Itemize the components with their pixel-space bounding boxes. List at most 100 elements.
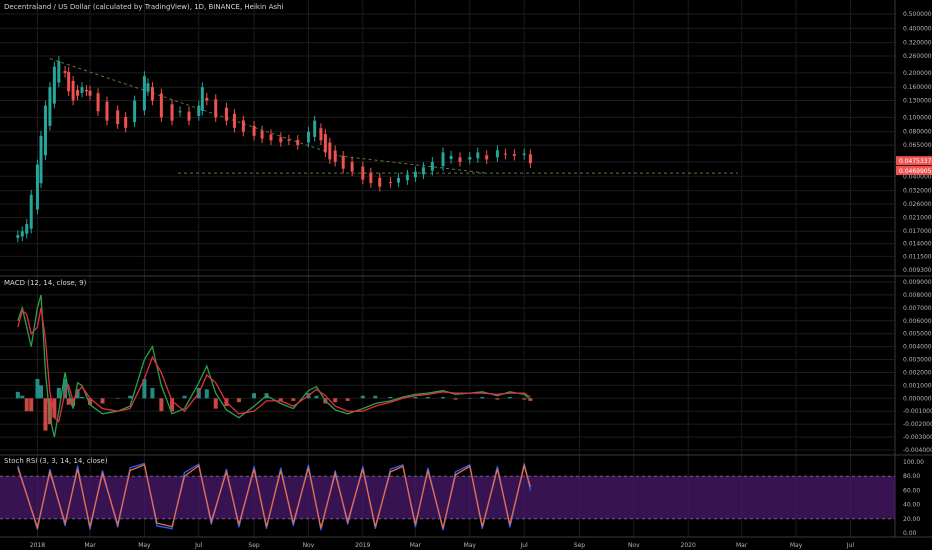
macd-histogram-bar (453, 398, 458, 400)
candle-body (146, 83, 150, 92)
macd-histogram-bar (441, 397, 446, 399)
candle-body (260, 130, 264, 139)
macd-histogram-bar (56, 387, 61, 399)
macd-tick-label: 0.00300000 (903, 357, 932, 364)
macd-histogram-bar (150, 387, 155, 399)
candle-body (287, 139, 291, 141)
rsi-band-fill (0, 476, 895, 519)
rsi-tick-label: 20.00 (903, 516, 920, 523)
macd-histogram-bar (20, 395, 25, 399)
candle-body (84, 89, 88, 92)
price-pane-title: Decentraland / US Dollar (calculated by … (4, 3, 283, 11)
candle-body (361, 166, 365, 180)
candle-body (52, 66, 56, 104)
candle-body (430, 161, 434, 171)
macd-histogram-bar (15, 391, 20, 399)
time-tick-label: Mar (84, 542, 96, 549)
macd-histogram-bar (29, 398, 34, 412)
candle-body (458, 157, 462, 162)
rsi-tick-label: 60.00 (903, 487, 920, 494)
macd-histogram-bar (425, 397, 430, 399)
macd-histogram-bar (100, 398, 105, 404)
candle-body (468, 156, 472, 160)
macd-histogram-bar (388, 397, 393, 399)
price-tick-label: 0.01700000 (903, 228, 932, 235)
price-tick-label: 0.01150000 (903, 253, 932, 260)
candle-body (252, 125, 256, 136)
rsi-tick-label: 0.00 (903, 530, 917, 537)
macd-histogram-bar (467, 398, 472, 399)
candle-body (388, 182, 392, 184)
macd-histogram-bar (80, 397, 85, 399)
candle-body (413, 171, 417, 178)
time-tick-label: 2020 (681, 542, 696, 549)
price-tick-label: 0.26000000 (903, 53, 932, 60)
candle-body (105, 101, 109, 121)
candle-body (116, 110, 120, 125)
macd-histogram-bar (495, 398, 500, 400)
price-tag-label: 0.04699055 (899, 168, 932, 175)
candle-body (319, 128, 323, 141)
rsi-pane-title: Stoch RSI (3, 3, 14, 14, close) (4, 457, 108, 465)
time-tick-label: Nov (628, 542, 640, 549)
macd-histogram-bar (507, 397, 512, 399)
rsi-tick-label: 100.00 (903, 459, 924, 466)
price-tick-label: 0.00930000 (903, 267, 932, 274)
time-tick-label: Mar (410, 542, 422, 549)
candle-body (369, 172, 373, 184)
time-tick-label: 2018 (30, 542, 45, 549)
candle-body (313, 120, 317, 137)
macd-tick-label: 0.00100000 (903, 382, 932, 389)
candle-body (63, 70, 67, 73)
macd-tick-label: -0.00400000 (903, 447, 932, 454)
price-tick-label: 0.03200000 (903, 188, 932, 195)
price-tick-label: 0.08000000 (903, 129, 932, 136)
candle-body (205, 97, 209, 101)
macd-tick-label: 0.00500000 (903, 331, 932, 338)
price-tick-label: 0.50000000 (903, 11, 932, 18)
candle-body (306, 131, 310, 143)
candle-body (296, 140, 300, 146)
price-tick-label: 0.02600000 (903, 201, 932, 208)
price-tick-label: 0.10000000 (903, 114, 932, 121)
price-tick-label: 0.20000000 (903, 70, 932, 77)
macd-histogram-bar (373, 395, 378, 399)
macd-histogram-bar (213, 398, 218, 409)
candle-body (187, 111, 191, 121)
candle-body (214, 99, 218, 118)
candle-body (323, 134, 327, 153)
candle-body (178, 111, 182, 113)
macd-tick-label: 0.00400000 (903, 344, 932, 351)
candle-body (20, 231, 24, 237)
candle-body (241, 120, 245, 132)
macd-histogram-bar (236, 398, 241, 403)
candle-body (48, 87, 52, 126)
candle-body (396, 177, 400, 183)
macd-histogram-bar (115, 398, 120, 399)
candle-body (279, 137, 283, 143)
candle-body (333, 150, 337, 162)
candle-body (67, 71, 71, 92)
time-tick-label: Jul (194, 542, 203, 549)
candle-body (232, 113, 236, 128)
time-tick-label: May (790, 542, 803, 549)
candle-body (449, 155, 453, 159)
chart-canvas: 0.50000000 0.40000000 0.32000000 0.26000000… (0, 0, 932, 550)
candle-body (71, 80, 75, 101)
macd-histogram-bar (345, 398, 350, 401)
macd-tick-label: 0.00800000 (903, 292, 932, 299)
candle-body (88, 90, 92, 96)
candle-body (57, 61, 61, 83)
macd-histogram-bar (314, 395, 319, 399)
candle-body (150, 87, 154, 101)
time-tick-label: May (138, 542, 151, 549)
macd-tick-label: 0.00600000 (903, 318, 932, 325)
rsi-tick-label: 80.00 (903, 473, 920, 480)
candle-body (528, 154, 532, 164)
macd-tick-label: -0.00200000 (903, 421, 932, 428)
macd-histogram-bar (291, 398, 296, 401)
price-tick-label: 0.06500000 (903, 142, 932, 149)
price-tick-label: 0.13000000 (903, 98, 932, 105)
macd-histogram-bar (43, 398, 48, 431)
candle-body (476, 152, 480, 159)
